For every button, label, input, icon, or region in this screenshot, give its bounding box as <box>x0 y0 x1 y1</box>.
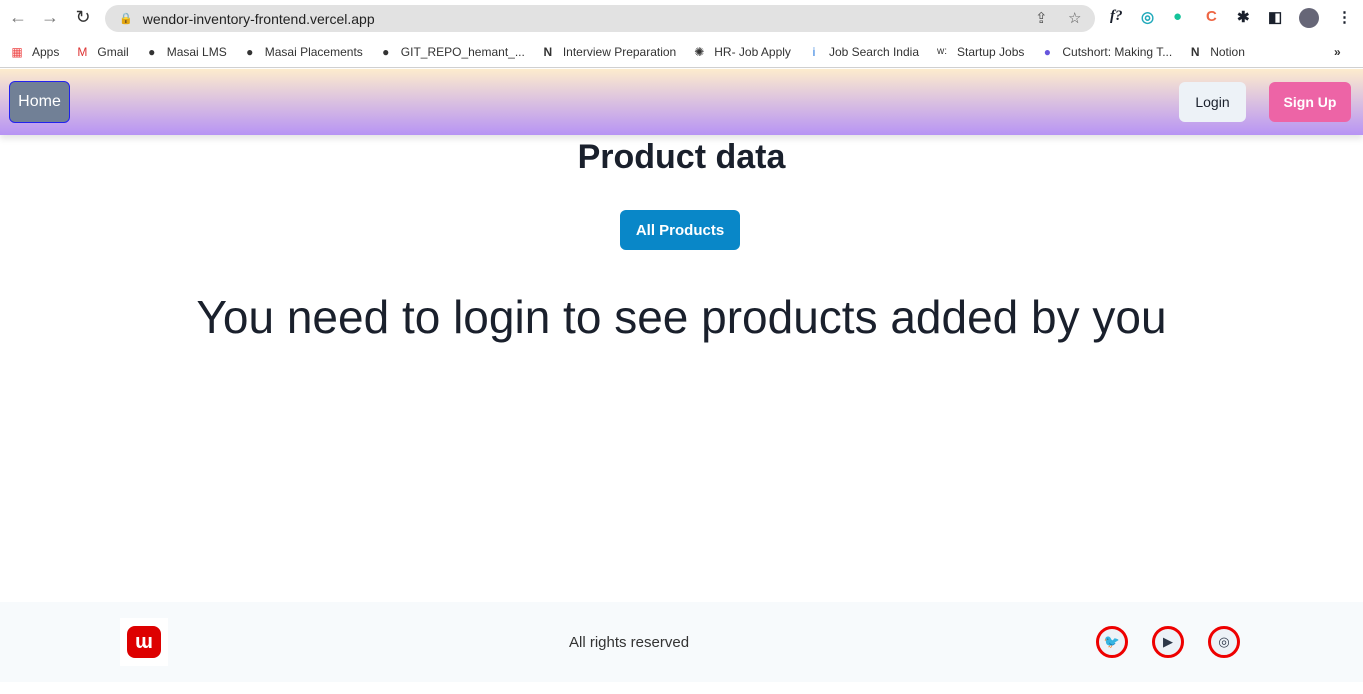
forward-icon[interactable]: → <box>40 7 60 28</box>
all-products-button[interactable]: All Products <box>620 210 740 250</box>
address-bar[interactable]: 🔒 wendor-inventory-frontend.vercel.app ⇪… <box>105 5 1095 32</box>
extensions-puzzle-icon[interactable]: ✱ <box>1237 8 1250 26</box>
bookmark-masai-lms[interactable]: ● Masai LMS <box>145 45 227 59</box>
url-text: wendor-inventory-frontend.vercel.app <box>142 10 375 27</box>
brand-logo: ɯ <box>120 618 168 666</box>
bookmark-apps[interactable]: ▦ Apps <box>10 45 59 59</box>
info-icon: i <box>812 44 816 59</box>
more-bookmarks-icon[interactable]: » <box>1334 45 1341 59</box>
signup-button[interactable]: Sign Up <box>1269 82 1351 122</box>
apps-grid-icon: ▦ <box>11 44 23 59</box>
bookmarks-bar: ▦ Apps M Gmail ● Masai LMS ● Masai Placement… <box>0 36 1363 68</box>
twitter-icon[interactable]: 🐦 <box>1096 626 1128 658</box>
bookmark-startup-jobs[interactable]: w: Startup Jobs <box>935 45 1024 59</box>
login-button[interactable]: Login <box>1179 82 1246 122</box>
share-icon[interactable]: ⇪ <box>1035 9 1048 27</box>
reload-icon[interactable]: ↻ <box>73 7 93 28</box>
bookmark-git-repo[interactable]: ● GIT_REPO_hemant_... <box>379 45 525 59</box>
notion-icon: N <box>1190 44 1200 59</box>
star-icon[interactable]: ☆ <box>1068 9 1081 27</box>
side-panel-icon[interactable]: ◧ <box>1268 8 1282 26</box>
extension-f-icon[interactable]: f? <box>1110 8 1123 25</box>
home-button[interactable]: Home <box>9 81 70 123</box>
login-required-message: You need to login to see products added … <box>196 291 1167 343</box>
extension-web-icon[interactable]: ◎ <box>1141 8 1154 26</box>
gmail-icon: M <box>77 44 88 59</box>
instagram-icon[interactable]: ◎ <box>1208 626 1240 658</box>
runner-icon: ✺ <box>694 44 705 59</box>
bookmark-hr-job-apply[interactable]: ✺ HR- Job Apply <box>692 45 791 59</box>
rights-text: All rights reserved <box>569 634 690 651</box>
globe-icon: ● <box>148 44 156 59</box>
bookmark-masai-placements[interactable]: ● Masai Placements <box>243 45 363 59</box>
extension-c-icon[interactable]: C <box>1206 8 1217 25</box>
bookmark-interview-prep[interactable]: N Interview Preparation <box>541 44 677 59</box>
site-header: Home Login Sign Up <box>0 69 1363 135</box>
page-title: Product data <box>577 138 786 176</box>
browser-toolbar: ← → ↻ 🔒 wendor-inventory-frontend.vercel… <box>0 0 1363 36</box>
w-icon: w: <box>937 45 947 57</box>
bookmark-cutshort[interactable]: ● Cutshort: Making T... <box>1040 45 1172 59</box>
globe-icon: ● <box>246 44 254 59</box>
site-footer: ɯ All rights reserved 🐦 ▶ ◎ <box>0 602 1363 682</box>
bookmark-notion[interactable]: N Notion <box>1188 45 1245 59</box>
github-icon: ● <box>382 44 390 59</box>
notion-icon: N <box>543 44 553 59</box>
profile-avatar[interactable] <box>1299 8 1319 28</box>
lock-icon: 🔒 <box>119 13 133 25</box>
bookmark-job-search-india[interactable]: i Job Search India <box>807 45 919 59</box>
bookmark-gmail[interactable]: M Gmail <box>75 45 128 59</box>
cutshort-icon: ● <box>1043 44 1051 59</box>
youtube-icon[interactable]: ▶ <box>1152 626 1184 658</box>
menu-kebab-icon[interactable]: ⋮ <box>1337 8 1352 26</box>
grammarly-icon[interactable]: ● <box>1173 8 1182 25</box>
back-icon[interactable]: ← <box>8 7 28 28</box>
